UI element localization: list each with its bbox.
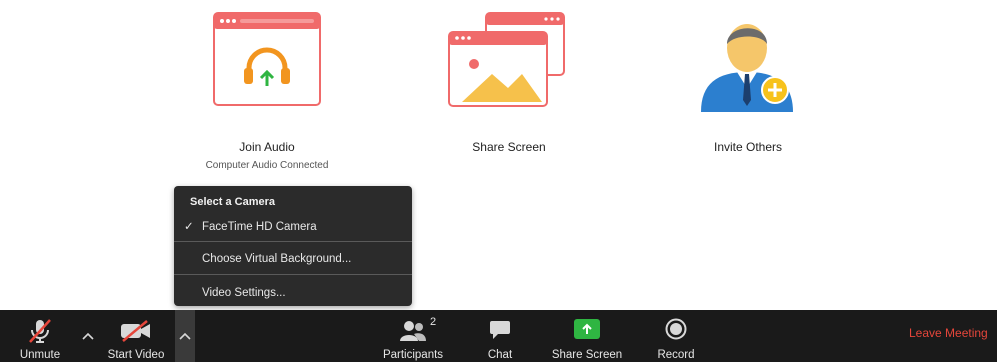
join-audio-label: Join Audio [239, 140, 295, 154]
camera-option-label: FaceTime HD Camera [202, 221, 317, 233]
chevron-up-icon [82, 332, 94, 340]
participants-count: 2 [430, 316, 437, 328]
participants-icon [400, 321, 426, 341]
record-label: Record [657, 349, 695, 361]
audio-status-text: Computer Audio Connected [205, 160, 329, 171]
checkmark-icon: ✓ [184, 221, 194, 233]
share-screen-tile[interactable]: Share Screen [450, 140, 568, 154]
camera-option-facetime[interactable]: ✓ FaceTime HD Camera [174, 216, 412, 238]
chat-bubble-icon [490, 321, 510, 339]
menu-divider [174, 241, 412, 242]
video-settings-label: Video Settings... [202, 287, 286, 299]
participants-label: Participants [382, 349, 444, 361]
share-screen-icon[interactable] [448, 12, 566, 108]
record-icon [665, 318, 687, 340]
participants-button[interactable]: 2 Participants [376, 310, 450, 362]
start-video-label: Start Video [107, 349, 165, 361]
share-screen-label: Share Screen [472, 140, 546, 154]
virtual-background-label: Choose Virtual Background... [202, 253, 352, 265]
chat-button[interactable]: Chat [478, 310, 522, 362]
invite-others-icon[interactable] [699, 8, 795, 114]
invite-others-tile[interactable]: Invite Others [700, 140, 796, 154]
chat-label: Chat [487, 349, 513, 361]
meeting-toolbar: Unmute Start Video 2 Participants Chat S… [0, 310, 997, 362]
unmute-button[interactable]: Unmute [12, 310, 68, 362]
join-audio-tile[interactable]: Join Audio Computer Audio Connected [184, 140, 350, 171]
menu-divider [174, 274, 412, 275]
record-button[interactable]: Record [652, 310, 700, 362]
video-settings-item[interactable]: Video Settings... [174, 282, 412, 304]
invite-others-label: Invite Others [713, 140, 783, 154]
camera-menu-header: Select a Camera [190, 196, 275, 208]
camera-menu: Select a Camera ✓ FaceTime HD Camera Cho… [174, 186, 412, 306]
video-options-caret[interactable] [175, 310, 195, 362]
choose-virtual-background-item[interactable]: Choose Virtual Background... [174, 248, 412, 270]
video-off-icon [121, 320, 150, 342]
join-audio-icon[interactable] [213, 12, 321, 106]
chevron-up-icon [179, 332, 191, 340]
start-video-button[interactable]: Start Video [100, 310, 172, 362]
share-screen-toolbar-label: Share Screen [551, 349, 623, 361]
unmute-label: Unmute [19, 349, 61, 361]
muted-microphone-icon [29, 319, 51, 343]
share-screen-button[interactable]: Share Screen [545, 310, 629, 362]
share-screen-icon [574, 319, 600, 339]
leave-meeting-button[interactable]: Leave Meeting [909, 326, 988, 340]
audio-options-caret[interactable] [78, 310, 98, 362]
